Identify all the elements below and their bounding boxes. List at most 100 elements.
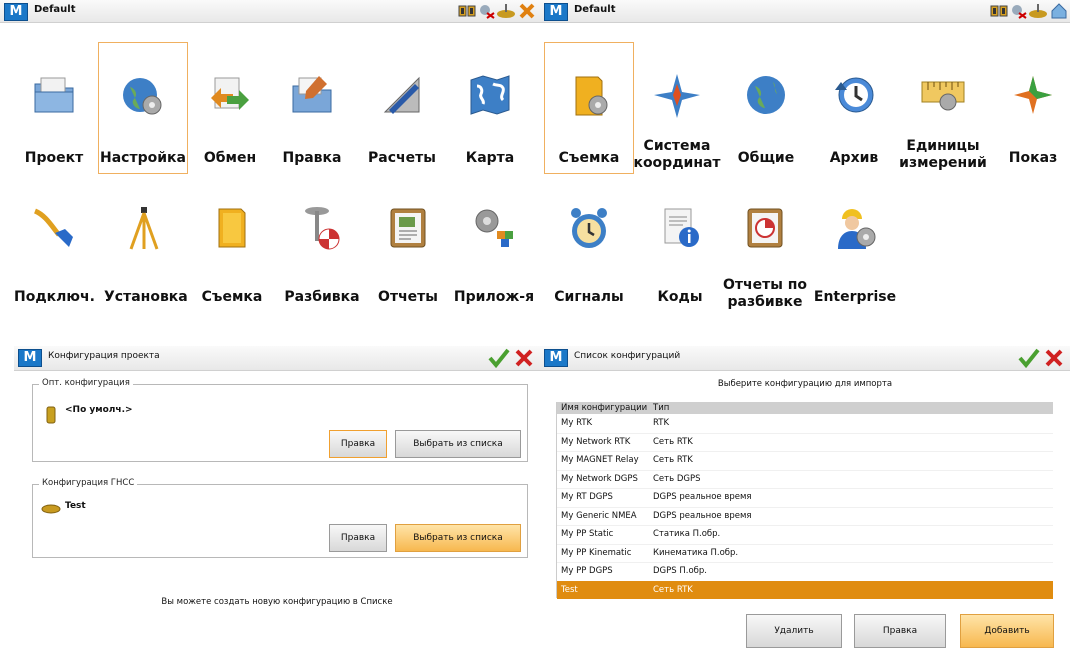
gnss-config-value: Test bbox=[65, 501, 86, 511]
tile-alarms[interactable]: Сигналы bbox=[544, 205, 634, 305]
tile-label: Общие bbox=[737, 150, 795, 166]
list-subtitle: Выберите конфигурацию для импорта bbox=[717, 379, 893, 389]
cell-config-name: My PP Kinematic bbox=[561, 547, 632, 558]
table-header: Имя конфигурации Тип bbox=[557, 402, 1053, 414]
title-bar: M Default bbox=[540, 0, 1070, 23]
cancel-x-icon[interactable] bbox=[514, 348, 534, 368]
satellite-status-icon[interactable] bbox=[1010, 3, 1028, 19]
tile-general[interactable]: Общие bbox=[726, 72, 806, 172]
globe-icon bbox=[747, 76, 785, 114]
tile-label: Карта bbox=[465, 150, 515, 166]
close-icon[interactable] bbox=[518, 2, 536, 20]
tile-codes[interactable]: Коды bbox=[640, 205, 720, 305]
tile-label: Обмен bbox=[203, 150, 257, 166]
table-row[interactable]: My PP Kinematic Кинематика П.обр. bbox=[557, 544, 1053, 563]
folder-gear-icon bbox=[575, 76, 608, 116]
window-title: Default bbox=[34, 4, 76, 15]
tile-units[interactable]: Единицы измерений bbox=[898, 72, 988, 172]
tile-stakeout-reports[interactable]: Отчеты по разбивке bbox=[720, 205, 810, 315]
alarm-clock-icon bbox=[571, 208, 607, 248]
delete-button[interactable]: Удалить bbox=[746, 614, 842, 648]
tile-label: Установка bbox=[104, 289, 188, 305]
tile-setup[interactable]: Установка bbox=[104, 205, 188, 305]
info-doc-icon bbox=[664, 208, 699, 247]
table-row[interactable]: My Generic NMEA DGPS реальное время bbox=[557, 507, 1053, 526]
antenna-icon bbox=[41, 504, 61, 514]
tile-exchange[interactable]: Обмен bbox=[190, 72, 270, 172]
receiver-icon bbox=[46, 406, 56, 424]
opt-config-value: <По умолч.> bbox=[65, 405, 133, 415]
table-row[interactable]: My MAGNET Relay Сеть RTK bbox=[557, 451, 1053, 471]
tile-label: Съемка bbox=[558, 150, 620, 166]
ok-check-icon[interactable] bbox=[1018, 348, 1040, 368]
tile-label: Расчеты bbox=[368, 150, 436, 166]
app-logo: M bbox=[544, 3, 568, 21]
project-config-dialog: M Конфигурация проекта Опт. конфигурация… bbox=[14, 346, 540, 642]
add-button[interactable]: Добавить bbox=[960, 614, 1054, 648]
table-row[interactable]: My RTK RTK bbox=[557, 414, 1053, 434]
tile-reports[interactable]: Отчеты bbox=[368, 205, 448, 305]
satellite-status-icon[interactable] bbox=[478, 3, 496, 19]
tile-project[interactable]: Проект bbox=[14, 72, 94, 172]
table-row[interactable]: Test Сеть RTK bbox=[557, 580, 1053, 599]
cell-config-name: My Network DGPS bbox=[561, 473, 638, 484]
tile-stakeout[interactable]: Разбивка bbox=[280, 205, 364, 305]
stake-icon bbox=[305, 207, 340, 250]
gnss-edit-button[interactable]: Правка bbox=[329, 524, 387, 552]
tile-archive[interactable]: Архив bbox=[814, 72, 894, 172]
tile-enterprise[interactable]: Enterprise bbox=[812, 205, 898, 305]
column-header-type: Тип bbox=[653, 403, 670, 413]
archive-icon bbox=[835, 77, 874, 113]
window-title: Default bbox=[574, 4, 616, 15]
tile-connect[interactable]: Подключ. bbox=[14, 205, 95, 305]
main-menu-right: M Default Съемка Система координат Общие … bbox=[540, 0, 1070, 335]
gnss-config-group: Конфигурация ГНСС Test Правка Выбрать из… bbox=[32, 478, 528, 558]
cell-config-type: Статика П.обр. bbox=[653, 529, 721, 539]
tile-label: Показ bbox=[1008, 150, 1058, 166]
tile-label: Проект bbox=[24, 150, 84, 166]
tile-label: Настройка bbox=[100, 150, 186, 166]
table-row[interactable]: My RT DGPS DGPS реальное время bbox=[557, 488, 1053, 508]
apps-gear-icon bbox=[475, 209, 513, 247]
table-row[interactable]: My PP Static Статика П.обр. bbox=[557, 525, 1053, 545]
receiver-status-icon[interactable] bbox=[1028, 3, 1048, 19]
edit-button[interactable]: Правка bbox=[854, 614, 946, 648]
cell-config-name: My RT DGPS bbox=[561, 492, 613, 502]
table-row[interactable]: My Network RTK Сеть RTK bbox=[557, 433, 1053, 452]
dialog-title: Конфигурация проекта bbox=[48, 351, 160, 361]
tile-label: Единицы измерений bbox=[899, 138, 987, 171]
config-list-dialog: M Список конфигураций Выберите конфигура… bbox=[540, 346, 1070, 648]
cell-config-name: My Network RTK bbox=[561, 436, 631, 447]
tile-survey-settings[interactable]: Съемка bbox=[544, 42, 634, 174]
cancel-x-icon[interactable] bbox=[1044, 348, 1064, 368]
tile-survey[interactable]: Съемка bbox=[192, 205, 272, 305]
opt-config-group: Опт. конфигурация <По умолч.> Правка Выб… bbox=[32, 378, 528, 462]
folder-yellow-icon bbox=[218, 208, 246, 248]
table-row[interactable]: My PP DGPS DGPS П.обр. bbox=[557, 562, 1053, 582]
tile-calculations[interactable]: Расчеты bbox=[360, 72, 444, 172]
cell-config-type: DGPS П.обр. bbox=[653, 566, 707, 576]
battery-status-icon[interactable] bbox=[990, 3, 1010, 19]
gnss-choose-button[interactable]: Выбрать из списка bbox=[395, 524, 521, 552]
tripod-icon bbox=[129, 207, 159, 250]
home-icon[interactable] bbox=[1050, 3, 1068, 19]
tile-label: Сигналы bbox=[554, 289, 624, 305]
battery-status-icon[interactable] bbox=[458, 3, 478, 19]
tile-apps[interactable]: Прилож-я bbox=[452, 205, 536, 305]
tile-label: Подключ. bbox=[14, 289, 95, 305]
tile-display[interactable]: Показ bbox=[1000, 72, 1066, 172]
tile-edit[interactable]: Правка bbox=[272, 72, 352, 172]
receiver-status-icon[interactable] bbox=[496, 3, 516, 19]
dialog-title-bar: M Список конфигураций bbox=[540, 346, 1070, 371]
cell-config-name: My MAGNET Relay bbox=[561, 455, 639, 465]
create-config-note: Вы можете создать новую конфигурацию в С… bbox=[161, 597, 393, 607]
ok-check-icon[interactable] bbox=[488, 348, 510, 368]
tile-settings[interactable]: Настройка bbox=[98, 42, 188, 174]
cable-icon bbox=[33, 208, 73, 247]
opt-edit-button[interactable]: Правка bbox=[329, 430, 387, 458]
tile-map[interactable]: Карта bbox=[450, 72, 530, 172]
opt-choose-button[interactable]: Выбрать из списка bbox=[395, 430, 521, 458]
tile-coordinate-system[interactable]: Система координат bbox=[632, 72, 722, 172]
tile-label: Отчеты по разбивке bbox=[722, 277, 808, 310]
table-row[interactable]: My Network DGPS Сеть DGPS bbox=[557, 470, 1053, 489]
